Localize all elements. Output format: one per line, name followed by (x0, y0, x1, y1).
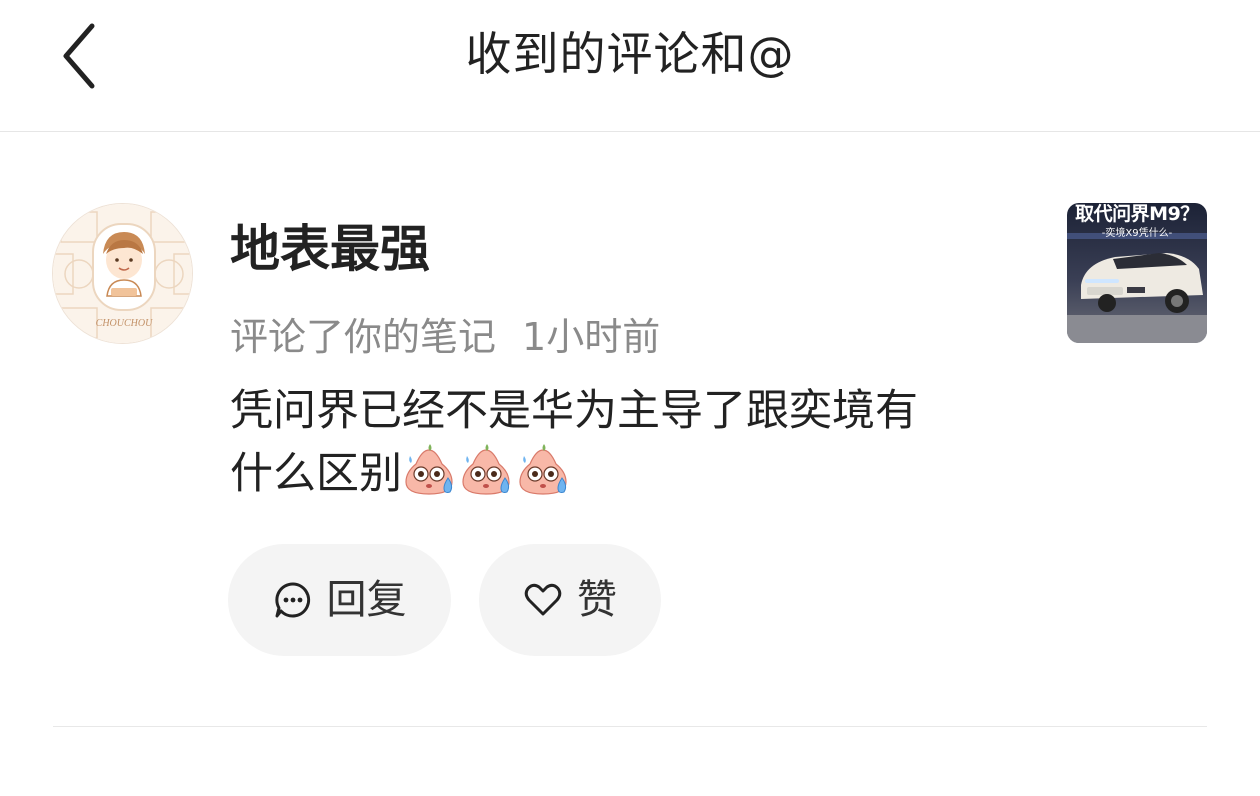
avatar-caption: CHOUCHOU (96, 318, 153, 329)
reply-button[interactable]: 回复 (228, 544, 451, 656)
top-bar: 收到的评论和@ (0, 0, 1260, 132)
avatar[interactable]: CHOUCHOU (52, 203, 193, 344)
note-thumbnail[interactable]: 取代问界M9？ -奕境X9凭什么- (1067, 203, 1207, 343)
comment-action-text: 评论了你的笔记 (230, 315, 497, 359)
comment-bubble-icon (274, 582, 310, 618)
like-button[interactable]: 赞 (479, 544, 661, 656)
like-label: 赞 (577, 577, 617, 623)
comment-text-line-2: 什么区别 (230, 442, 1030, 505)
comment-meta: 评论了你的笔记 1小时前 (230, 309, 660, 365)
note-thumbnail-title: 取代问界M9？ (1075, 203, 1199, 225)
comment-text-line-1: 凭问界已经不是华为主导了跟奕境有 (230, 386, 918, 436)
comment-text-line-2-text: 什么区别 (230, 449, 402, 499)
avatar-illustration: CHOUCHOU (53, 204, 192, 343)
commenter-name[interactable]: 地表最强 (230, 214, 430, 284)
comment-time: 1小时前 (522, 315, 661, 359)
comment-content[interactable]: 凭问界已经不是华为主导了跟奕境有 什么区别 (230, 381, 1030, 505)
heart-outline-icon (524, 583, 562, 616)
emoji-group (402, 444, 573, 499)
note-thumbnail-subtitle: -奕境X9凭什么- (1101, 228, 1173, 239)
sweat-emoji-icon (405, 444, 453, 495)
page-title: 收到的评论和@ (465, 27, 795, 81)
sweat-emoji-icon (519, 444, 567, 495)
reply-label: 回复 (326, 577, 407, 623)
divider (53, 726, 1207, 727)
comments-page: 收到的评论和@ CHOUCHOU 地表最强 评论了你的笔记 1小时前 凭问界已经… (0, 0, 1260, 796)
sweat-emoji-icon (462, 444, 510, 495)
